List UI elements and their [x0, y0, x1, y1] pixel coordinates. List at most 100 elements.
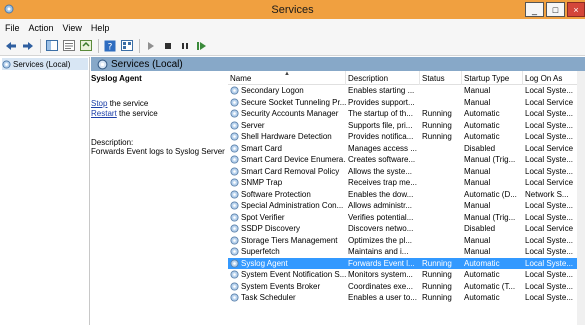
- service-status-cell: [420, 246, 462, 258]
- tree-node-services-local[interactable]: Services (Local): [2, 58, 88, 70]
- service-name-cell: System Events Broker: [228, 281, 346, 293]
- table-row[interactable]: Server Supports file, pri... Running Automa…: [228, 120, 585, 132]
- service-logon-cell: Local Service: [525, 178, 574, 187]
- service-gear-icon: [230, 259, 239, 268]
- show-hide-tree-icon[interactable]: [45, 39, 59, 53]
- menu-help[interactable]: Help: [91, 23, 110, 33]
- column-header-status[interactable]: Status: [420, 71, 462, 85]
- service-startup-type-cell: Automatic (D...: [464, 189, 517, 199]
- table-row[interactable]: Smart Card Manages access ... Disabled Loca…: [228, 143, 585, 155]
- vertical-scrollbar[interactable]: [577, 71, 585, 325]
- column-header-description[interactable]: Description: [346, 71, 420, 85]
- service-startup-type-cell: Disabled: [464, 224, 496, 233]
- service-logon-cell: Local Syste...: [525, 201, 574, 210]
- service-name-text: Smart Card Removal Policy: [241, 166, 340, 176]
- pane-header: Services (Local): [91, 57, 585, 71]
- table-row[interactable]: System Events Broker Coordinates exe... Ru…: [228, 281, 585, 293]
- table-row[interactable]: Shell Hardware Detection Provides notific…: [228, 131, 585, 143]
- menu-action[interactable]: Action: [29, 23, 54, 33]
- service-gear-icon: [230, 98, 239, 107]
- table-row[interactable]: System Event Notification S... Monitors s…: [228, 269, 585, 281]
- service-description-cell: Forwards Event l...: [348, 258, 415, 268]
- service-gear-icon: [230, 236, 239, 245]
- service-gear-icon: [230, 224, 239, 233]
- service-name-cell: Secure Socket Tunneling Pr...: [228, 97, 346, 109]
- table-row[interactable]: Smart Card Removal Policy Allows the syst…: [228, 166, 585, 178]
- sort-ascending-icon: ▲: [284, 71, 290, 77]
- column-header-log-on-as[interactable]: Log On As: [523, 71, 585, 85]
- service-gear-icon: [230, 190, 239, 199]
- table-row[interactable]: Syslog Agent Forwards Event l... Running Au…: [228, 257, 585, 269]
- service-gear-icon: [230, 282, 239, 291]
- service-startup-type-cell: Automatic: [464, 270, 500, 279]
- service-logon-cell: Local Service: [525, 224, 574, 233]
- service-gear-icon: [230, 293, 239, 302]
- forward-icon[interactable]: [21, 39, 35, 53]
- service-logon-cell: Local Service: [525, 143, 574, 153]
- service-gear-icon: [230, 247, 239, 256]
- pane-header-title: Services (Local): [111, 58, 183, 70]
- service-startup-type-cell: Automatic: [464, 258, 500, 268]
- service-gear-icon: [230, 270, 239, 279]
- help-icon[interactable]: ?: [103, 39, 117, 53]
- service-logon-cell: Network S...: [525, 189, 569, 199]
- restart-icon[interactable]: [195, 39, 209, 53]
- service-name-text: Task Scheduler: [241, 293, 296, 302]
- service-gear-icon: [230, 86, 239, 95]
- service-name-text: Smart Card: [241, 143, 282, 153]
- table-row[interactable]: Secondary Logon Enables starting ... Manua…: [228, 85, 585, 97]
- table-row[interactable]: SSDP Discovery Discovers netwo... Disabled…: [228, 223, 585, 235]
- service-startup-type-cell: Manual: [464, 247, 491, 256]
- table-row[interactable]: Secure Socket Tunneling Pr... Provides su…: [228, 97, 585, 109]
- column-header-startup-type[interactable]: Startup Type: [462, 71, 523, 85]
- service-startup-type-cell: Manual (Trig...: [464, 155, 516, 164]
- table-row[interactable]: Task Scheduler Enables a user to... Runnin…: [228, 292, 585, 304]
- table-row[interactable]: Security Accounts Manager The startup of …: [228, 108, 585, 120]
- view-icon[interactable]: [120, 39, 134, 53]
- service-name-cell: Smart Card: [228, 143, 346, 155]
- details-pane: Services (Local) Syslog Agent Stop the s…: [91, 57, 585, 325]
- close-button[interactable]: ×: [567, 2, 585, 17]
- service-status-cell: [420, 154, 462, 166]
- service-name-text: Secure Socket Tunneling Pr...: [241, 97, 346, 107]
- table-row[interactable]: Superfetch Maintains and i... Manual Local …: [228, 246, 585, 258]
- service-logon-cell: Local Syste...: [525, 132, 574, 141]
- column-header-name[interactable]: Name ▲: [228, 71, 346, 85]
- service-status-cell: Running: [422, 132, 452, 141]
- service-name-text: SNMP Trap: [241, 178, 283, 187]
- service-status-cell: Running: [422, 258, 452, 268]
- table-row[interactable]: SNMP Trap Receives trap me... Manual Local …: [228, 177, 585, 189]
- table-row[interactable]: Special Administration Con... Allows admi…: [228, 200, 585, 212]
- table-row[interactable]: Storage Tiers Management Optimizes the pl…: [228, 235, 585, 247]
- table-row[interactable]: Spot Verifier Verifies potential... Manual…: [228, 212, 585, 224]
- service-name-cell: Smart Card Removal Policy: [228, 166, 346, 178]
- refresh-icon[interactable]: [79, 39, 93, 53]
- start-icon[interactable]: [144, 39, 158, 53]
- service-name-text: Syslog Agent: [241, 258, 288, 268]
- service-name-cell: Shell Hardware Detection: [228, 131, 346, 143]
- service-description-cell: Creates software...: [348, 155, 416, 164]
- minimize-button[interactable]: _: [525, 2, 544, 17]
- service-name-cell: Secondary Logon: [228, 85, 346, 97]
- service-description-cell: Provides notifica...: [348, 132, 414, 141]
- table-row[interactable]: Smart Card Device Enumera... Creates soft…: [228, 154, 585, 166]
- back-icon[interactable]: [4, 39, 18, 53]
- table-header: Name ▲ Description Status Startup Type L…: [228, 71, 585, 85]
- maximize-button[interactable]: □: [546, 2, 565, 17]
- stop-service-link[interactable]: Stop: [91, 99, 107, 108]
- stop-icon[interactable]: [161, 39, 175, 53]
- menu-view[interactable]: View: [63, 23, 82, 33]
- service-status-cell: Running: [422, 281, 452, 291]
- restart-service-link[interactable]: Restart: [91, 109, 117, 118]
- table-row[interactable]: Software Protection Enables the dow... Aut…: [228, 189, 585, 201]
- service-description-cell: Provides support...: [348, 97, 415, 107]
- service-status-cell: [420, 212, 462, 224]
- pause-icon[interactable]: [178, 39, 192, 53]
- properties-icon[interactable]: [62, 39, 76, 53]
- service-gear-icon: [230, 213, 239, 222]
- service-status-cell: Running: [422, 293, 452, 302]
- service-status-cell: [420, 189, 462, 201]
- service-name-cell: Superfetch: [228, 246, 346, 258]
- menu-file[interactable]: File: [5, 23, 20, 33]
- column-label: Name: [230, 73, 252, 83]
